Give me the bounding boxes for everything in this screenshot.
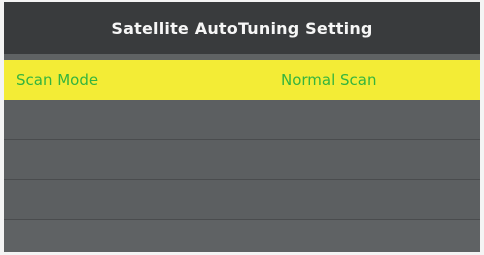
menu-row-empty-3 [4, 180, 480, 220]
menu-title-bar: Satellite AutoTuning Setting [4, 2, 480, 54]
menu-row-empty-2 [4, 140, 480, 180]
tv-menu-screen: Satellite AutoTuning Setting Scan Mode N… [4, 2, 480, 252]
scan-mode-label: Scan Mode [16, 71, 99, 89]
menu-title: Satellite AutoTuning Setting [111, 18, 373, 38]
menu-row-scan-mode[interactable]: Scan Mode Normal Scan [4, 60, 480, 100]
menu-row-empty-1 [4, 100, 480, 140]
scan-mode-value: Normal Scan [281, 71, 377, 89]
